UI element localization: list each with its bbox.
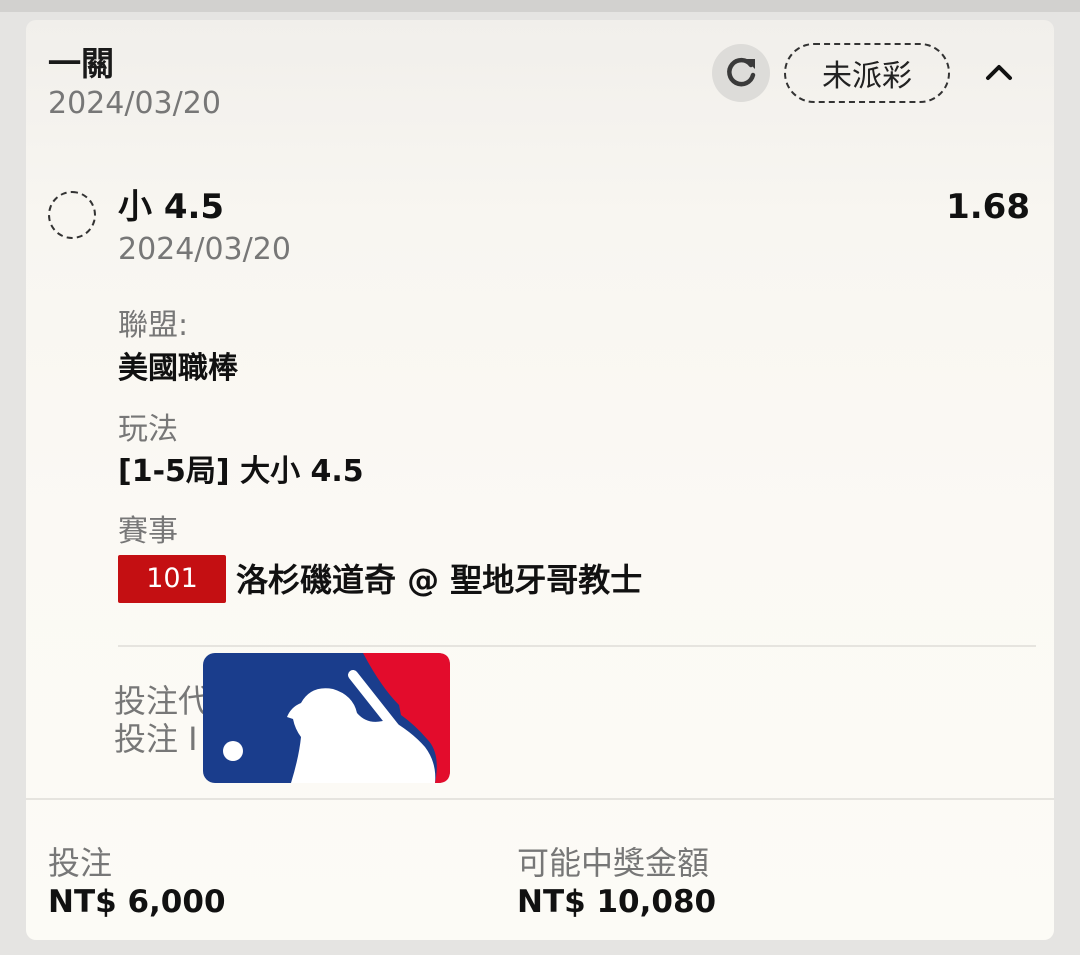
refresh-icon: [727, 57, 756, 87]
bet-meta-line-2: 投注 I: [114, 720, 198, 758]
chevron-up-icon: [986, 65, 1012, 80]
league-label: 聯盟:: [118, 308, 189, 343]
selection-radio[interactable]: [48, 191, 96, 239]
divider: [118, 645, 1036, 647]
event-name: 洛杉磯道奇 @ 聖地牙哥教士: [236, 561, 643, 599]
bet-date: 2024/03/20: [48, 86, 221, 121]
collapse-button[interactable]: [981, 57, 1017, 87]
page: 一關 2024/03/20 未派彩 小 4.5 1.68 2024/03/20 …: [0, 0, 1080, 955]
selection-name: 小 4.5: [118, 187, 225, 227]
stake-label: 投注: [48, 844, 113, 882]
bet-type-title: 一關: [48, 44, 114, 83]
payout-label: 可能中獎金額: [517, 844, 710, 882]
bet-card: 一關 2024/03/20 未派彩 小 4.5 1.68 2024/03/20 …: [26, 20, 1054, 940]
selection-odds: 1.68: [946, 187, 1030, 227]
play-label: 玩法: [118, 412, 178, 447]
play-value: [1-5局] 大小 4.5: [118, 454, 364, 489]
event-number-badge: 101: [118, 555, 226, 603]
selection-date: 2024/03/20: [118, 232, 291, 267]
mlb-logo: [203, 653, 450, 787]
refresh-button[interactable]: [712, 44, 770, 102]
footer-divider: [26, 798, 1054, 800]
stake-value: NT$ 6,000: [48, 884, 226, 920]
top-strip: [0, 0, 1080, 12]
event-label: 賽事: [118, 514, 178, 549]
status-badge: 未派彩: [784, 43, 950, 103]
league-value: 美國職棒: [118, 351, 238, 386]
payout-value: NT$ 10,080: [517, 884, 717, 920]
bet-meta-line-1: 投注代: [114, 682, 211, 720]
